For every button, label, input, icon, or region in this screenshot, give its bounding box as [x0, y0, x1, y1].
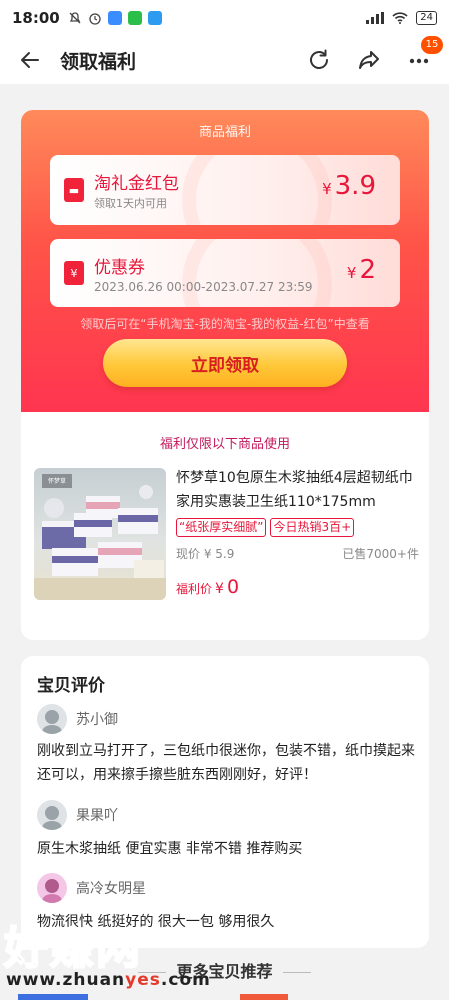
review-user: 果果吖 — [37, 800, 118, 830]
coupon-name: 淘礼金红包 — [94, 174, 179, 194]
nav-bar: 领取福利 15 — [0, 36, 449, 84]
coupon-value: ¥2 — [346, 255, 376, 285]
alarm-icon — [89, 13, 101, 25]
mute-icon — [69, 12, 81, 24]
usage-limit-note: 福利仅限以下商品使用 — [159, 437, 290, 452]
welfare-banner: 商品福利 ▬ 淘礼金红包 领取1天内可用 ¥3.9 ¥ 优惠券 2023.06.… — [21, 110, 429, 412]
review-username: 高冷女明星 — [76, 881, 146, 897]
avatar — [37, 704, 67, 734]
product-tag: 今日热销3百+ — [270, 518, 355, 537]
sold-count: 已售7000+件 — [342, 547, 419, 561]
review-text: 原生木浆抽纸 便宜实惠 非常不错 推荐购买 — [37, 841, 303, 857]
welfare-card: 商品福利 ▬ 淘礼金红包 领取1天内可用 ¥3.9 ¥ 优惠券 2023.06.… — [21, 110, 429, 640]
ticket-icon: ¥ — [64, 261, 84, 285]
product-tag: “纸张厚实细腻” — [176, 518, 267, 537]
product-info: 怀梦草10包原生木浆抽纸4层超韧纸巾家用实惠装卫生纸110*175mm “纸张厚… — [176, 466, 419, 598]
recommendation-strip — [18, 994, 88, 1000]
product-image[interactable]: 怀梦草 — [34, 468, 166, 600]
red-packet-coupon: ▬ 淘礼金红包 领取1天内可用 ¥3.9 — [50, 155, 400, 225]
status-icons — [68, 11, 162, 25]
wechat-icon — [127, 11, 142, 25]
reviews-card: 宝贝评价 苏小御 刚收到立马打开了，三包纸巾很迷你，包装不错，纸巾摸起来还可以，… — [21, 656, 429, 948]
page-title: 领取福利 — [60, 50, 137, 73]
review-text: 刚收到立马打开了，三包纸巾很迷你，包装不错，纸巾摸起来还可以，用来擦手擦些脏东西… — [37, 743, 415, 783]
share-icon — [359, 51, 379, 69]
red-packet-icon: ▬ — [64, 178, 84, 202]
price-row: 现价 ¥ 5.9 已售7000+件 — [176, 545, 419, 562]
review-user: 高冷女明星 — [37, 873, 146, 903]
welfare-section-title: 商品福利 — [198, 125, 251, 140]
back-button[interactable] — [0, 36, 60, 84]
more-button[interactable]: 15 — [405, 36, 443, 74]
review-username: 果果吖 — [76, 808, 118, 824]
claim-now-button[interactable]: 立即领取 — [103, 339, 347, 387]
coupon-name: 优惠券 — [94, 258, 145, 278]
recommendation-strip — [240, 994, 288, 1000]
signal-icon — [366, 12, 385, 24]
more-recommendations-title: 更多宝贝推荐 — [176, 962, 273, 981]
refresh-button[interactable] — [305, 46, 333, 74]
coupon-subtitle: 2023.06.26 00:00-2023.07.27 23:59 — [94, 280, 313, 294]
tissue-boxes-illustration: 怀梦草 — [34, 474, 166, 600]
product-name[interactable]: 怀梦草10包原生木浆抽纸4层超韧纸巾家用实惠装卫生纸110*175mm — [176, 466, 419, 514]
avatar — [37, 873, 67, 903]
reviews-title: 宝贝评价 — [37, 676, 105, 696]
review-user: 苏小御 — [37, 704, 118, 734]
avatar — [37, 800, 67, 830]
cloud-app-icon — [107, 11, 122, 25]
status-right: 24 — [366, 11, 437, 25]
current-price: 现价 ¥ 5.9 — [176, 547, 235, 561]
more-recommendations-header: 更多宝贝推荐 — [0, 958, 449, 988]
claim-notice: 领取后可在“手机淘宝-我的淘宝-我的权益-红包”中查看 — [80, 317, 370, 331]
wifi-icon — [392, 12, 408, 24]
product-tags: “纸张厚实细腻” 今日热销3百+ — [176, 518, 419, 537]
message-count-badge: 15 — [421, 36, 443, 54]
share-button[interactable] — [355, 46, 383, 74]
product-image-brand: 怀梦草 — [48, 477, 66, 485]
battery-indicator: 24 — [416, 11, 437, 25]
refresh-icon — [310, 49, 328, 69]
coupon-subtitle: 领取1天内可用 — [94, 197, 167, 210]
arrow-left-icon — [21, 52, 39, 68]
status-bar: 18:00 24 — [0, 0, 449, 36]
app-notification-icon — [147, 11, 162, 25]
review-text: 物流很快 纸挺好的 很大一包 够用很久 — [37, 914, 275, 930]
status-time: 18:00 — [12, 9, 60, 27]
review-username: 苏小御 — [76, 712, 118, 728]
coupon-value: ¥3.9 — [322, 171, 376, 201]
welfare-price: 福利价 ¥0 — [176, 576, 240, 598]
discount-coupon: ¥ 优惠券 2023.06.26 00:00-2023.07.27 23:59 … — [50, 239, 400, 307]
